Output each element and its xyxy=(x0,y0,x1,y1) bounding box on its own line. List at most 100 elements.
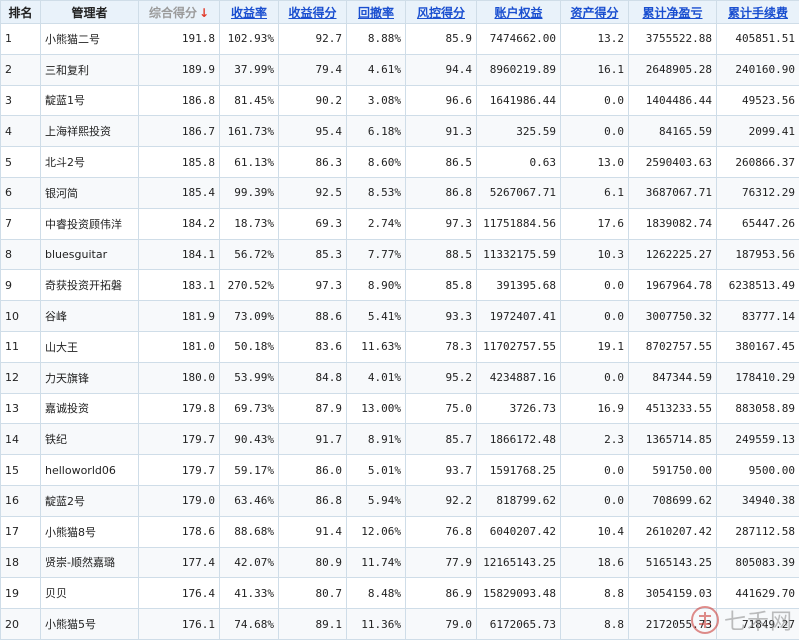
cell-risk-score: 75.0 xyxy=(405,392,477,425)
cell-risk-score: 86.9 xyxy=(405,577,477,610)
cell-rank: 15 xyxy=(0,454,41,486)
cell-manager: 北斗2号 xyxy=(40,146,139,178)
cell-total-score: 176.1 xyxy=(138,608,220,640)
cell-drawdown: 3.08% xyxy=(346,84,406,117)
cell-return-rate: 69.73% xyxy=(219,392,279,425)
cell-rank: 12 xyxy=(0,361,41,394)
cell-equity: 3726.73 xyxy=(476,392,561,425)
cell-asset-score: 19.1 xyxy=(560,330,629,363)
cell-fees: 65447.26 xyxy=(716,207,799,240)
cell-fees: 34940.38 xyxy=(716,484,799,517)
cell-asset-score: 0.0 xyxy=(560,84,629,117)
cell-risk-score: 76.8 xyxy=(405,515,477,548)
cell-rank: 6 xyxy=(0,176,41,209)
cell-risk-score: 88.5 xyxy=(405,238,477,271)
col-header-fees[interactable]: 累计手续费 xyxy=(716,0,799,24)
cell-rank: 18 xyxy=(0,546,41,579)
cell-net-pnl: 2590403.63 xyxy=(628,146,717,178)
table-row: 4 上海祥熙投资 186.7 161.73% 95.4 6.18% 91.3 325.59 0.… xyxy=(0,115,799,148)
cell-equity: 15829093.48 xyxy=(476,577,561,610)
cell-manager: 奇获投资开拓磐 xyxy=(40,269,139,302)
col-header-drawdown[interactable]: 回撤率 xyxy=(346,0,406,24)
cell-total-score: 183.1 xyxy=(138,269,220,302)
cell-total-score: 186.8 xyxy=(138,84,220,117)
cell-risk-score: 85.8 xyxy=(405,269,477,302)
cell-return-rate: 73.09% xyxy=(219,300,279,332)
cell-net-pnl: 591750.00 xyxy=(628,454,717,486)
cell-manager: 贝贝 xyxy=(40,577,139,610)
cell-equity: 0.63 xyxy=(476,146,561,178)
table-row: 10 谷峰 181.9 73.09% 88.6 5.41% 93.3 1972407.41 0.… xyxy=(0,300,799,332)
cell-return-rate: 56.72% xyxy=(219,238,279,271)
cell-manager: 银河简 xyxy=(40,176,139,209)
cell-net-pnl: 2648905.28 xyxy=(628,53,717,86)
cell-total-score: 191.8 xyxy=(138,23,220,55)
cell-asset-score: 18.6 xyxy=(560,546,629,579)
cell-drawdown: 8.91% xyxy=(346,423,406,456)
cell-return-rate: 74.68% xyxy=(219,608,279,640)
cell-fees: 76312.29 xyxy=(716,176,799,209)
cell-manager: 力天旗锋 xyxy=(40,361,139,394)
cell-net-pnl: 1967964.78 xyxy=(628,269,717,302)
table-row: 12 力天旗锋 180.0 53.99% 84.8 4.01% 95.2 4234887.16… xyxy=(0,361,799,394)
cell-fees: 240160.90 xyxy=(716,53,799,86)
table-row: 3 靛蓝1号 186.8 81.45% 90.2 3.08% 96.6 1641986.44 0… xyxy=(0,84,799,117)
cell-risk-score: 96.6 xyxy=(405,84,477,117)
cell-net-pnl: 3007750.32 xyxy=(628,300,717,332)
cell-return-score: 91.4 xyxy=(278,515,347,548)
cell-fees: 805083.39 xyxy=(716,546,799,579)
cell-asset-score: 8.8 xyxy=(560,577,629,610)
cell-return-rate: 88.68% xyxy=(219,515,279,548)
cell-drawdown: 11.63% xyxy=(346,330,406,363)
cell-equity: 4234887.16 xyxy=(476,361,561,394)
cell-manager: 小熊猫8号 xyxy=(40,515,139,548)
cell-asset-score: 2.3 xyxy=(560,423,629,456)
cell-rank: 4 xyxy=(0,115,41,148)
cell-equity: 11332175.59 xyxy=(476,238,561,271)
cell-net-pnl: 1365714.85 xyxy=(628,423,717,456)
cell-manager: 嘉诚投资 xyxy=(40,392,139,425)
cell-equity: 12165143.25 xyxy=(476,546,561,579)
table-row: 11 山大王 181.0 50.18% 83.6 11.63% 78.3 11702757.5… xyxy=(0,330,799,363)
table-row: 16 靛蓝2号 179.0 63.46% 86.8 5.94% 92.2 818799.62 0… xyxy=(0,484,799,517)
cell-manager: 小熊猫二号 xyxy=(40,23,139,55)
cell-return-score: 87.9 xyxy=(278,392,347,425)
col-header-return-score[interactable]: 收益得分 xyxy=(278,0,347,24)
cell-return-rate: 37.99% xyxy=(219,53,279,86)
cell-risk-score: 79.0 xyxy=(405,608,477,640)
col-header-equity[interactable]: 账户权益 xyxy=(476,0,561,24)
cell-return-score: 85.3 xyxy=(278,238,347,271)
cell-asset-score: 0.0 xyxy=(560,115,629,148)
cell-equity: 8960219.89 xyxy=(476,53,561,86)
cell-total-score: 177.4 xyxy=(138,546,220,579)
cell-net-pnl: 1839082.74 xyxy=(628,207,717,240)
cell-total-score: 189.9 xyxy=(138,53,220,86)
cell-fees: 2099.41 xyxy=(716,115,799,148)
cell-risk-score: 86.5 xyxy=(405,146,477,178)
cell-asset-score: 0.0 xyxy=(560,269,629,302)
cell-return-score: 92.7 xyxy=(278,23,347,55)
col-header-return-rate[interactable]: 收益率 xyxy=(219,0,279,24)
cell-rank: 19 xyxy=(0,577,41,610)
cell-drawdown: 5.94% xyxy=(346,484,406,517)
cell-drawdown: 13.00% xyxy=(346,392,406,425)
cell-manager: 小熊猫5号 xyxy=(40,608,139,640)
cell-asset-score: 0.0 xyxy=(560,454,629,486)
col-header-asset-score[interactable]: 资产得分 xyxy=(560,0,629,24)
cell-asset-score: 10.3 xyxy=(560,238,629,271)
cell-return-score: 86.8 xyxy=(278,484,347,517)
cell-return-rate: 53.99% xyxy=(219,361,279,394)
cell-total-score: 184.1 xyxy=(138,238,220,271)
cell-equity: 1641986.44 xyxy=(476,84,561,117)
cell-equity: 1972407.41 xyxy=(476,300,561,332)
cell-drawdown: 8.90% xyxy=(346,269,406,302)
table-row: 2 三和复利 189.9 37.99% 79.4 4.61% 94.4 8960219.89 1… xyxy=(0,53,799,86)
cell-drawdown: 12.06% xyxy=(346,515,406,548)
table-row: 7 中睿投资顾伟洋 184.2 18.73% 69.3 2.74% 97.3 11751884… xyxy=(0,207,799,240)
col-header-risk-score[interactable]: 风控得分 xyxy=(405,0,477,24)
col-header-total-score[interactable]: 综合得分 ↓ xyxy=(138,0,220,24)
cell-risk-score: 93.7 xyxy=(405,454,477,486)
col-header-net-pnl[interactable]: 累计净盈亏 xyxy=(628,0,717,24)
cell-total-score: 185.8 xyxy=(138,146,220,178)
cell-total-score: 184.2 xyxy=(138,207,220,240)
